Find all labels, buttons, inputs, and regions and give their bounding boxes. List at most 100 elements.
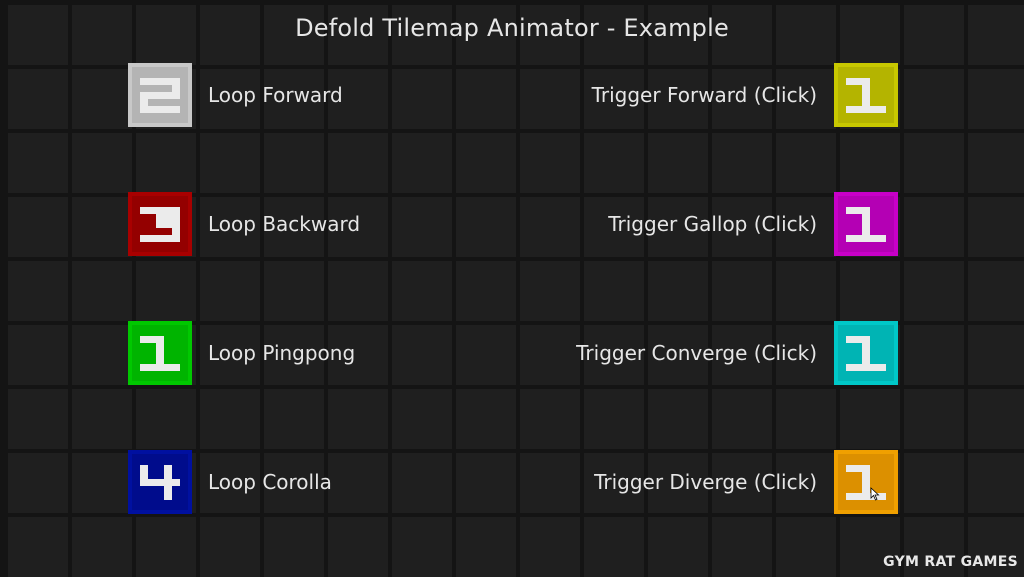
grid-cell xyxy=(648,261,708,321)
grid-cell xyxy=(328,261,388,321)
grid-cell xyxy=(8,69,68,129)
grid-cell xyxy=(72,325,132,385)
watermark-logo: GYM RAT GAMES xyxy=(883,554,1018,570)
trigger-gallop-tile-icon[interactable] xyxy=(834,192,898,256)
grid-cell xyxy=(200,261,260,321)
grid-cell xyxy=(648,133,708,193)
grid-cell xyxy=(456,453,516,513)
grid-cell xyxy=(328,517,388,577)
grid-cell xyxy=(840,261,900,321)
grid-cell xyxy=(584,133,644,193)
grid-cell xyxy=(904,133,964,193)
grid-cell xyxy=(776,133,836,193)
grid-cell xyxy=(904,261,964,321)
grid-cell xyxy=(392,517,452,577)
loop-pingpong-label: Loop Pingpong xyxy=(208,341,356,365)
digit-1-tile-icon xyxy=(128,321,192,385)
grid-cell xyxy=(584,389,644,449)
grid-cell xyxy=(8,197,68,257)
grid-cell xyxy=(328,133,388,193)
grid-cell xyxy=(72,453,132,513)
loop-forward-item: Loop Forward xyxy=(128,63,343,127)
grid-cell xyxy=(968,69,1024,129)
grid-cell xyxy=(520,261,580,321)
grid-cell xyxy=(392,133,452,193)
grid-cell xyxy=(968,325,1024,385)
grid-cell xyxy=(200,517,260,577)
grid-cell xyxy=(712,389,772,449)
grid-cell xyxy=(8,325,68,385)
trigger-forward-item[interactable]: Trigger Forward (Click) xyxy=(592,63,898,127)
grid-cell xyxy=(904,325,964,385)
grid-cell xyxy=(136,261,196,321)
trigger-forward-label: Trigger Forward (Click) xyxy=(591,83,817,107)
grid-cell xyxy=(968,389,1024,449)
loop-backward-item: Loop Backward xyxy=(128,192,360,256)
loop-corolla-item: Loop Corolla xyxy=(128,450,332,514)
grid-cell xyxy=(264,517,324,577)
grid-cell xyxy=(456,197,516,257)
grid-cell xyxy=(264,261,324,321)
trigger-converge-label: Trigger Converge (Click) xyxy=(576,341,817,365)
grid-cell xyxy=(968,133,1024,193)
grid-cell xyxy=(264,133,324,193)
trigger-forward-tile-icon[interactable] xyxy=(834,63,898,127)
trigger-gallop-label: Trigger Gallop (Click) xyxy=(608,212,817,236)
grid-cell xyxy=(392,261,452,321)
grid-cell xyxy=(456,69,516,129)
grid-cell xyxy=(328,453,388,513)
grid-cell xyxy=(968,197,1024,257)
digit-4-tile-icon xyxy=(128,450,192,514)
grid-cell xyxy=(840,133,900,193)
trigger-converge-tile-icon[interactable] xyxy=(834,321,898,385)
grid-cell xyxy=(72,261,132,321)
grid-cell xyxy=(392,389,452,449)
trigger-gallop-item[interactable]: Trigger Gallop (Click) xyxy=(608,192,898,256)
loop-backward-label: Loop Backward xyxy=(208,212,361,236)
grid-cell xyxy=(72,517,132,577)
page-title: Defold Tilemap Animator - Example xyxy=(295,14,729,42)
grid-cell xyxy=(392,325,452,385)
grid-cell xyxy=(72,133,132,193)
grid-cell xyxy=(328,389,388,449)
grid-cell xyxy=(136,133,196,193)
grid-cell xyxy=(904,197,964,257)
grid-cell xyxy=(456,133,516,193)
grid-cell xyxy=(264,389,324,449)
trigger-diverge-item[interactable]: Trigger Diverge (Click) xyxy=(594,450,898,514)
grid-cell xyxy=(520,133,580,193)
trigger-converge-item[interactable]: Trigger Converge (Click) xyxy=(576,321,898,385)
grid-cell xyxy=(712,261,772,321)
grid-cell xyxy=(456,389,516,449)
grid-cell xyxy=(648,517,708,577)
loop-pingpong-item: Loop Pingpong xyxy=(128,321,355,385)
grid-cell xyxy=(904,389,964,449)
grid-cell xyxy=(136,517,196,577)
grid-cell xyxy=(456,325,516,385)
trigger-diverge-tile-icon[interactable] xyxy=(834,450,898,514)
digit-2-tile-icon xyxy=(128,63,192,127)
grid-cell xyxy=(8,389,68,449)
grid-cell xyxy=(776,261,836,321)
grid-cell xyxy=(904,69,964,129)
grid-cell xyxy=(8,261,68,321)
grid-cell xyxy=(520,69,580,129)
grid-cell xyxy=(520,389,580,449)
grid-cell xyxy=(456,517,516,577)
grid-cell xyxy=(584,261,644,321)
grid-cell xyxy=(968,453,1024,513)
grid-cell xyxy=(72,69,132,129)
grid-cell xyxy=(584,517,644,577)
grid-cell xyxy=(968,261,1024,321)
grid-cell xyxy=(8,133,68,193)
grid-cell xyxy=(904,453,964,513)
grid-cell xyxy=(200,389,260,449)
grid-cell xyxy=(712,517,772,577)
mouse-cursor-icon xyxy=(870,487,880,501)
grid-cell xyxy=(200,133,260,193)
grid-cell xyxy=(840,389,900,449)
grid-cell xyxy=(392,453,452,513)
grid-cell xyxy=(520,453,580,513)
loop-corolla-label: Loop Corolla xyxy=(208,470,332,494)
grid-cell xyxy=(520,197,580,257)
